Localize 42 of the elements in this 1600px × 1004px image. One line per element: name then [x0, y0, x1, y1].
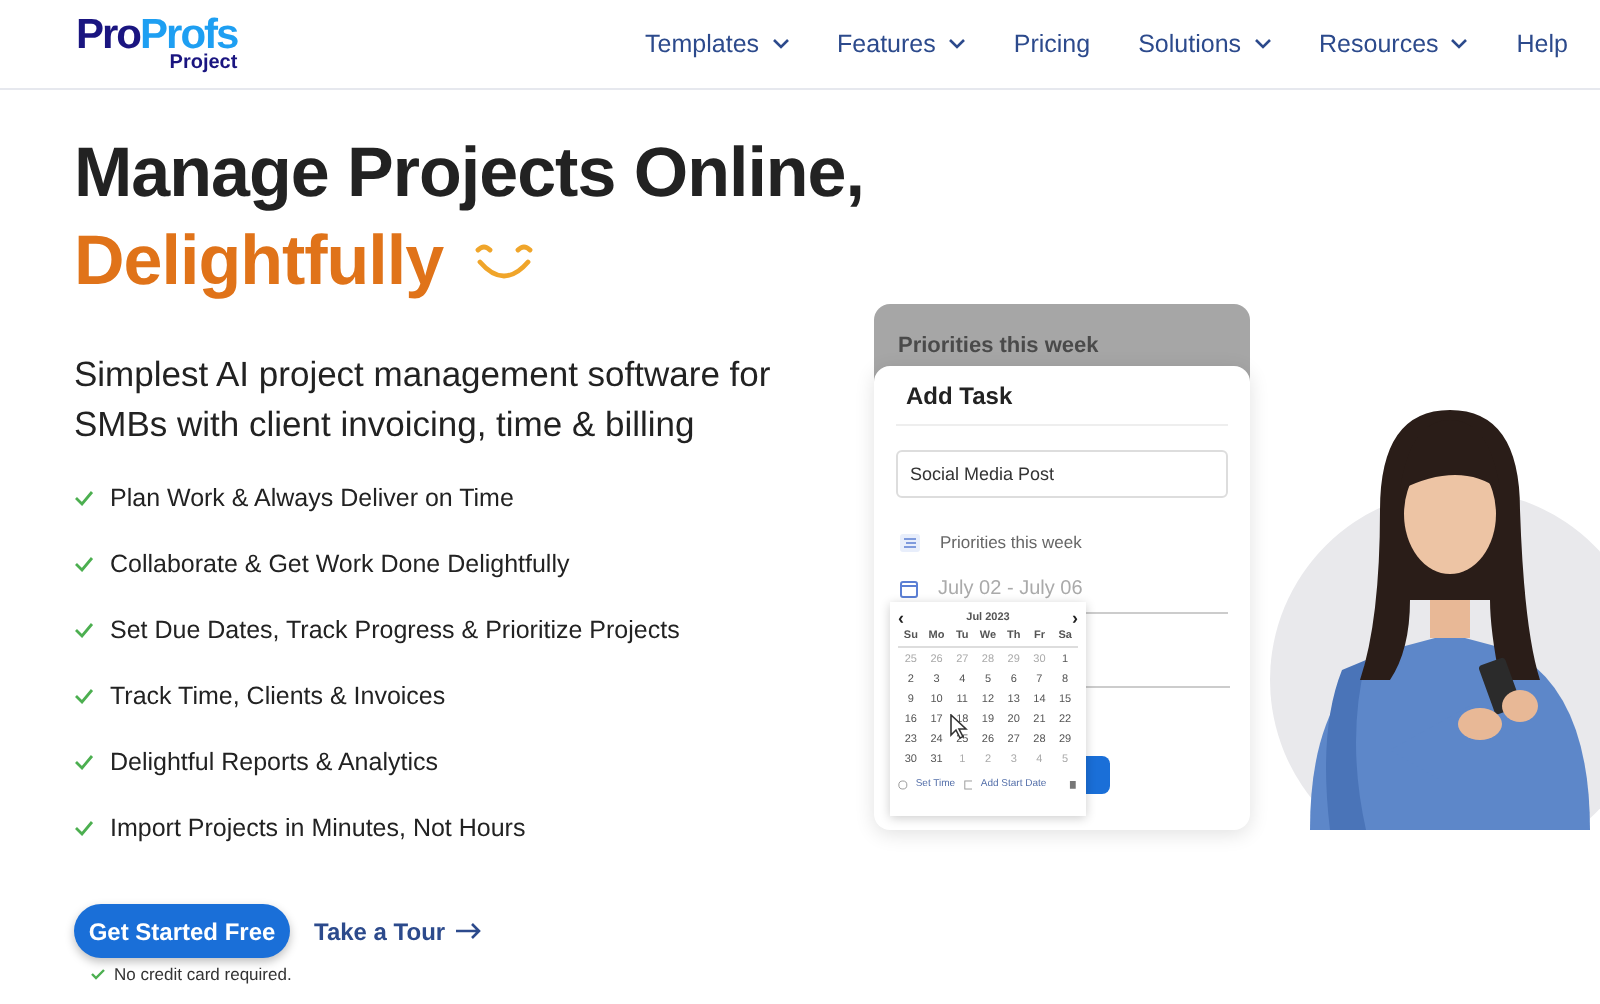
check-icon — [74, 688, 94, 704]
card-title: Priorities this week — [898, 334, 1099, 358]
nav-link[interactable]: Resources — [1319, 30, 1469, 58]
nav-link[interactable]: Solutions — [1138, 30, 1272, 58]
previous-month-button[interactable]: ‹ — [898, 607, 904, 627]
subtitle: Simplest AI project management software for SMBs with client invoicing, time & billing — [74, 352, 773, 448]
check-icon — [74, 490, 94, 506]
next-month-button[interactable]: › — [1072, 607, 1078, 627]
feature-text: Delightful Reports & Analytics — [110, 748, 438, 776]
dialog-title: Add Task — [896, 382, 1228, 426]
check-icon — [74, 556, 94, 572]
trash-icon — [1068, 778, 1079, 790]
check-icon — [74, 754, 94, 770]
check-icon — [74, 820, 94, 836]
check-icon — [74, 622, 94, 638]
calendar-icon — [963, 779, 973, 789]
smiley-icon — [471, 242, 536, 282]
arrow-right-icon — [455, 922, 482, 940]
check-icon — [90, 968, 106, 980]
clock-icon — [898, 779, 908, 789]
headline: Manage Projects Online, — [74, 134, 864, 212]
feature-text: Collaborate & Get Work Done Delightfully — [110, 550, 570, 578]
task-input-field[interactable]: Social Media Post — [896, 450, 1228, 498]
feature-text: Import Projects in Minutes, Not Hours — [110, 814, 526, 842]
nav-link[interactable]: Pricing — [1013, 30, 1091, 58]
feature-text: Plan Work & Always Deliver on Time — [110, 484, 514, 512]
partial-button[interactable] — [1086, 756, 1110, 794]
date-range: July 02 - July 06 — [938, 578, 1083, 600]
headline-highlight: Delightfully — [74, 220, 444, 304]
feature-text: Set Due Dates, Track Progress & Prioritize Projects — [110, 616, 680, 644]
tour-link[interactable]: Take a Tour — [314, 917, 482, 945]
get-started-button[interactable]: Get Started Free — [74, 904, 290, 958]
logo[interactable]: ProProfs Project — [76, 14, 238, 74]
note-text: No credit card required. — [114, 964, 292, 984]
nav-link[interactable]: Templates — [645, 30, 790, 58]
cursor-icon — [950, 714, 968, 740]
list-label: Priorities this week — [940, 532, 1082, 552]
calendar-icon — [900, 580, 918, 598]
nav-link[interactable]: Features — [837, 30, 966, 58]
nav-link[interactable]: Help — [1516, 30, 1568, 58]
feature-text: Track Time, Clients & Invoices — [110, 682, 446, 710]
list-icon — [900, 533, 920, 551]
